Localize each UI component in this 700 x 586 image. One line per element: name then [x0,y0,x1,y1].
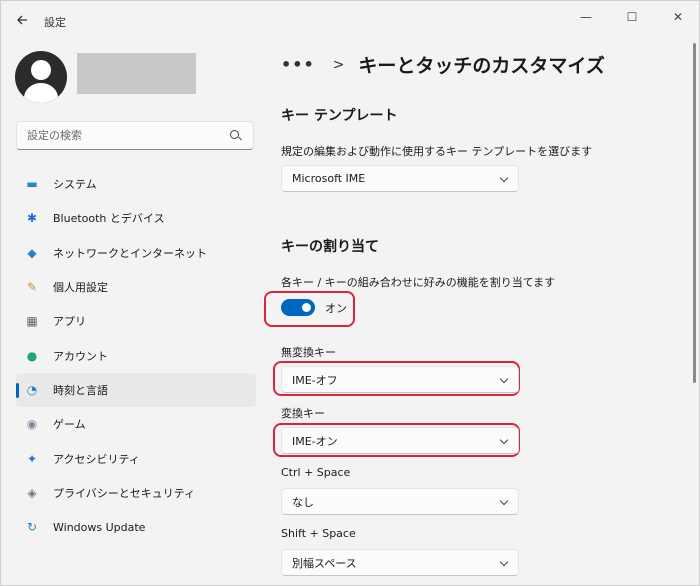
window-controls: — ☐ ✕ [563,1,699,33]
key-template-heading: キー テンプレート [281,108,398,124]
toggle-state-label: オン [325,301,347,315]
shift-space-label: Shift + Space [281,527,356,540]
maximize-button[interactable]: ☐ [609,1,655,33]
key-assignment-description: 各キー / キーの組み合わせに好みの機能を割り当てます [281,276,556,289]
sidebar-nav: ▬ システム ✱ Bluetooth とデバイス ◆ ネットワークとインターネット ✎ 個人用… [16,167,256,544]
accessibility-icon: ✦ [26,451,38,466]
chevron-down-icon [500,437,508,445]
sidebar-item[interactable]: ◔ 時刻と言語 [16,372,256,408]
apps-icon: ▦ [26,314,38,329]
search-box[interactable] [16,121,254,150]
sidebar-item-label: ネットワークとインターネット [53,246,207,260]
chevron-down-icon [500,559,508,567]
settings-window: 設定 — ☐ ✕ ▬ システム ✱ Bluetooth とデバイス ◆ ネットワークとイン… [0,0,700,586]
back-arrow-icon[interactable] [13,11,31,29]
key-template-value: Microsoft IME [292,172,366,185]
henkan-key-dropdown[interactable]: IME-オン [281,427,519,454]
close-button[interactable]: ✕ [655,1,699,33]
shift-space-dropdown[interactable]: 別幅スペース [281,549,519,576]
profile-name-redacted [77,53,196,94]
breadcrumb: ••• > キーとタッチのカスタマイズ [281,51,605,78]
henkan-key-value: IME-オン [292,434,338,448]
ctrl-space-dropdown[interactable]: なし [281,488,519,515]
sidebar-item[interactable]: ◆ ネットワークとインターネット [16,236,256,270]
profile[interactable] [15,51,67,103]
sidebar-item[interactable]: ✱ Bluetooth とデバイス [16,201,256,235]
toggle-switch[interactable] [281,299,315,316]
shift-space-value: 別幅スペース [292,556,357,570]
sidebar-item[interactable]: ◈ プライバシーとセキュリティ [16,476,256,510]
sidebar-item[interactable]: ↻ Windows Update [16,510,256,544]
sidebar-item-label: アプリ [53,315,86,329]
sidebar-item-label: 時刻と言語 [53,383,108,397]
muhenkan-key-label: 無変換キー [281,346,336,359]
sidebar-item-label: ゲーム [53,418,86,432]
muhenkan-key-dropdown[interactable]: IME-オフ [281,366,519,393]
title-bar: 設定 — ☐ ✕ [1,1,699,37]
ctrl-space-label: Ctrl + Space [281,466,351,479]
key-assignment-heading: キーの割り当て [281,239,379,255]
muhenkan-key-value: IME-オフ [292,373,338,387]
chevron-down-icon [500,498,508,506]
sidebar-item-label: システム [53,178,97,192]
globe-clock-icon: ◔ [26,382,38,397]
sidebar-item-label: Bluetooth とデバイス [53,212,165,226]
key-assignment-toggle[interactable]: オン [281,299,347,316]
breadcrumb-overflow-button[interactable]: ••• [281,55,315,74]
shield-icon: ◈ [27,485,37,500]
sidebar-item-label: アカウント [53,349,108,363]
key-template-description: 規定の編集および動作に使用するキー テンプレートを選びます [281,145,593,158]
sidebar-item-label: 個人用設定 [53,281,108,295]
sidebar-item-label: Windows Update [53,520,146,534]
bluetooth-icon: ✱ [26,211,38,226]
avatar[interactable] [15,51,67,103]
sidebar-item[interactable]: ▦ アプリ [16,304,256,338]
chevron-down-icon [500,175,508,183]
wifi-icon: ◆ [27,245,37,260]
sidebar-item-label: プライバシーとセキュリティ [53,486,196,500]
page-title: キーとタッチのカスタマイズ [358,55,605,77]
sidebar-item[interactable]: ◉ ゲーム [16,407,256,441]
search-icon[interactable] [229,129,243,143]
app-title: 設定 [44,16,66,29]
brush-icon: ✎ [26,280,38,295]
ctrl-space-value: なし [292,495,314,509]
breadcrumb-separator-icon: > [332,56,345,73]
key-template-dropdown[interactable]: Microsoft IME [281,165,519,192]
account-icon: ● [26,348,38,363]
gamepad-icon: ◉ [26,417,38,432]
monitor-icon: ▬ [26,177,38,192]
sidebar-item[interactable]: ● アカウント [16,338,256,372]
sidebar-item-label: アクセシビリティ [53,452,140,466]
update-icon: ↻ [26,520,38,535]
henkan-key-label: 変換キー [281,407,325,420]
sidebar-item[interactable]: ▬ システム [16,167,256,201]
vertical-scrollbar[interactable] [693,43,696,383]
minimize-button[interactable]: — [563,1,609,33]
sidebar-item[interactable]: ✎ 個人用設定 [16,270,256,304]
search-input[interactable] [27,129,229,142]
sidebar-item[interactable]: ✦ アクセシビリティ [16,441,256,475]
chevron-down-icon [500,376,508,384]
